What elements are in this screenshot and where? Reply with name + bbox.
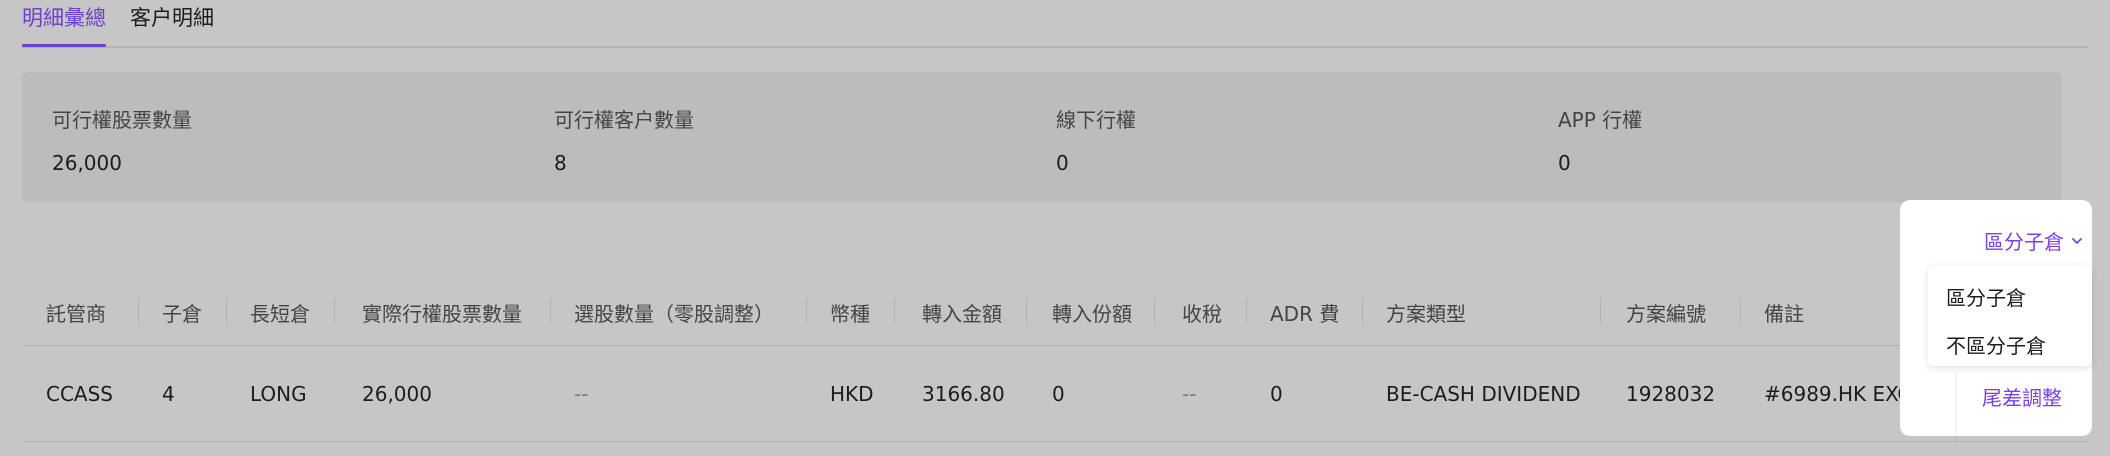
cell-custodian: CCASS [46, 382, 114, 406]
col-divider [226, 298, 227, 324]
col-position-side: 長短倉 [250, 302, 310, 324]
table-header-row: 託管商 子倉 長短倉 實際行權股票數量 選股數量（零股調整） 幣種 轉入金額 轉… [22, 276, 2088, 346]
tab-bar: 明細彙總 客户明細 [22, 0, 2088, 48]
col-divider [334, 298, 335, 324]
cell-sub-account: 4 [162, 382, 175, 406]
stat-label: 線下行權 [1056, 108, 1136, 132]
tab-client-detail[interactable]: 客户明細 [130, 2, 214, 32]
col-divider [550, 298, 551, 324]
tab-detail-summary[interactable]: 明細彙總 [22, 2, 106, 32]
stat-value: 0 [1558, 151, 1571, 175]
cell-transfer-amount: 3166.80 [922, 382, 1005, 406]
fixed-column-shadow [1955, 372, 1958, 442]
stat-label: 可行權客户數量 [554, 108, 694, 132]
cell-scheme-type: BE-CASH DIVIDEND [1386, 382, 1581, 406]
dropdown-option-split[interactable]: 區分子倉 [1928, 274, 2092, 322]
cell-position-side: LONG [250, 382, 307, 406]
col-divider [1740, 298, 1741, 324]
col-divider [1246, 298, 1247, 324]
col-divider [1362, 298, 1363, 324]
col-divider [138, 298, 139, 324]
tail-adjust-link[interactable]: 尾差調整 [1982, 382, 2062, 408]
active-tab-indicator [22, 44, 106, 47]
stat-exercisable-clients: 可行權客户數量 8 [554, 104, 694, 175]
cell-transfer-shares: 0 [1052, 382, 1065, 406]
stat-exercisable-shares: 可行權股票數量 26,000 [52, 104, 192, 175]
col-actual-shares: 實際行權股票數量 [362, 302, 522, 324]
dropdown-selected-label: 區分子倉 [1984, 230, 2064, 254]
col-tax: 收稅 [1182, 302, 1222, 324]
stat-label: APP 行權 [1558, 108, 1643, 132]
col-adr-fee: ADR 費 [1270, 302, 1340, 324]
col-currency: 幣種 [830, 302, 870, 324]
stat-value: 0 [1056, 151, 1069, 175]
col-sub-account: 子倉 [162, 302, 202, 324]
sub-account-mode-dropdown[interactable]: 區分子倉 [1984, 226, 2084, 255]
dropdown-option-no-split[interactable]: 不區分子倉 [1928, 322, 2092, 370]
cell-actual-shares: 26,000 [362, 382, 432, 406]
col-divider [1600, 298, 1601, 324]
dropdown-menu: 區分子倉 不區分子倉 [1928, 266, 2092, 366]
col-divider [1026, 298, 1027, 324]
table-row: CCASS 4 LONG 26,000 -- HKD 3166.80 0 -- … [22, 346, 2088, 442]
cell-selected-qty: -- [574, 382, 589, 406]
cell-currency: HKD [830, 382, 874, 406]
cell-adr-fee: 0 [1270, 382, 1283, 406]
cell-tax: -- [1182, 382, 1197, 406]
col-divider [894, 298, 895, 324]
col-transfer-shares: 轉入份額 [1052, 302, 1132, 324]
col-custodian: 託管商 [46, 302, 106, 324]
col-remarks: 備註 [1764, 302, 1804, 324]
summary-panel: 可行權股票數量 26,000 可行權客户數量 8 線下行權 0 APP 行權 0 [22, 72, 2062, 202]
col-selected-qty: 選股數量（零股調整） [574, 302, 774, 324]
stat-offline-exercise: 線下行權 0 [1056, 104, 1136, 175]
chevron-down-icon [2072, 237, 2082, 244]
col-scheme-number: 方案編號 [1626, 302, 1706, 324]
col-divider [806, 298, 807, 324]
stat-value: 26,000 [52, 151, 122, 175]
col-scheme-type: 方案類型 [1386, 302, 1466, 324]
stat-app-exercise: APP 行權 0 [1558, 104, 1642, 175]
stat-label: 可行權股票數量 [52, 108, 192, 132]
stat-value: 8 [554, 151, 567, 175]
cell-scheme-number: 1928032 [1626, 382, 1716, 406]
detail-table: 託管商 子倉 長短倉 實際行權股票數量 選股數量（零股調整） 幣種 轉入金額 轉… [22, 276, 2088, 442]
col-divider [1154, 298, 1155, 324]
col-transfer-amount: 轉入金額 [922, 302, 1002, 324]
